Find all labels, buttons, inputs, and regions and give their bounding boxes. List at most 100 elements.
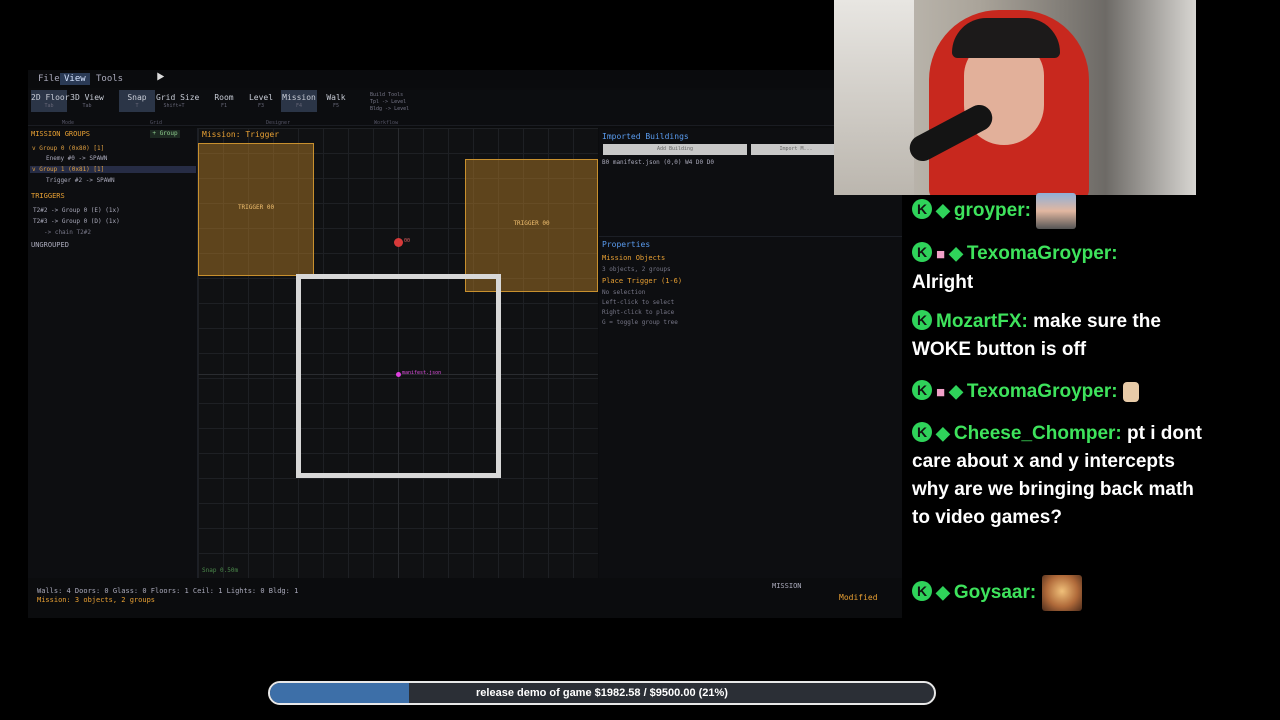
mission-label: Mission xyxy=(282,93,316,102)
hand-emote-icon xyxy=(1122,381,1139,402)
trigger-row-0[interactable]: T2#2 -> Group 0 (E) (1x) xyxy=(33,207,120,214)
walk-button[interactable]: Walk F5 xyxy=(318,90,354,112)
level-editor-window: File View Tools 2D Floor Tab 3D View Tab… xyxy=(28,70,902,618)
tpl-to-level[interactable]: Tpl -> Level xyxy=(370,99,409,106)
level-stats: Walls: 4 Doors: 0 Glass: 0 Floors: 1 Cei… xyxy=(37,587,299,595)
level-button[interactable]: Level F3 xyxy=(243,90,279,112)
mode-group-label: Mode xyxy=(62,120,75,126)
workflow-group-label: Workflow xyxy=(374,120,399,126)
hint-right-click: Right-click to place xyxy=(602,309,675,316)
snap-label: Snap xyxy=(127,93,147,102)
viewport-title: Mission: Trigger xyxy=(202,130,280,139)
chat-username: Goysaar: xyxy=(953,582,1037,604)
emote-laughing-icon xyxy=(1041,575,1082,611)
menu-view[interactable]: View xyxy=(60,73,90,85)
chat-message-1: ■◆TexomaGroyper: Alright xyxy=(912,238,1202,297)
mission-groups-title: MISSION GROUPS xyxy=(31,130,91,138)
diamond-badge-icon: ◆ xyxy=(936,582,950,603)
properties-panel: Imported Buildings Add Building Import M… xyxy=(599,128,902,578)
mission-groups-panel: MISSION GROUPS + Group v Group 0 (0x80) … xyxy=(28,128,198,578)
donation-goal-bar: release demo of game $1982.58 / $9500.00… xyxy=(268,681,936,705)
triggers-title: TRIGGERS xyxy=(31,192,65,200)
chat-text: Alright xyxy=(912,272,974,293)
properties-title: Properties xyxy=(602,240,651,249)
diamond-badge-icon: ◆ xyxy=(936,423,950,443)
kick-badge-icon xyxy=(912,238,932,266)
trigger-chain[interactable]: -> chain T2#2 xyxy=(44,229,91,236)
grid-group-label: Grid xyxy=(150,120,163,126)
place-trigger-mode: Place Trigger (1-6) xyxy=(602,277,683,285)
room-button[interactable]: Room F1 xyxy=(206,90,242,112)
group-child-0[interactable]: Enemy #0 -> SPAWN xyxy=(46,155,107,162)
panel-divider xyxy=(599,236,902,237)
trigger-zone-1[interactable]: TRIGGER 00 xyxy=(198,143,314,276)
hint-left-click: Left-click to select xyxy=(602,299,675,306)
2d-floor-label: 2D Floor xyxy=(31,93,70,102)
trigger-zone-2[interactable]: TRIGGER 00 xyxy=(465,159,598,292)
snap-button[interactable]: Snap T xyxy=(119,90,155,112)
3d-view-button[interactable]: 3D View Tab xyxy=(69,90,105,112)
chat-overlay: ◆groyper: ■◆TexomaGroyper: Alright Mozar… xyxy=(904,190,1204,620)
ungrouped-title: UNGROUPED xyxy=(31,241,69,249)
add-building-button[interactable]: Add Building xyxy=(603,144,747,155)
objects-count: 3 objects, 2 groups xyxy=(602,266,671,273)
trigger-row-1[interactable]: T2#3 -> Group 0 (D) (1x) xyxy=(33,218,120,225)
chat-username: MozartFX: xyxy=(936,311,1028,332)
chat-username: TexomaGroyper: xyxy=(966,381,1118,402)
add-group-button[interactable]: + Group xyxy=(150,130,180,138)
level-label: Level xyxy=(248,93,274,102)
donation-goal-text: release demo of game $1982.58 / $9500.00… xyxy=(476,687,728,699)
grid-size-label: Grid Size xyxy=(156,93,200,102)
map-viewport[interactable]: TRIGGER 00 TRIGGER 00 00 manifest.json M… xyxy=(198,128,598,578)
diamond-badge-icon: ◆ xyxy=(936,200,950,221)
modified-indicator: Modified xyxy=(839,593,878,602)
walk-label: Walk xyxy=(326,93,346,102)
snap-hint: T xyxy=(135,103,139,109)
spawn-label: 00 xyxy=(404,238,411,244)
group-child-1[interactable]: Trigger #2 -> SPAWN xyxy=(46,177,115,184)
chat-username: groyper: xyxy=(953,200,1031,222)
kick-badge-icon xyxy=(912,418,932,446)
room-label: Room xyxy=(214,93,234,102)
mission-stats: Mission: 3 objects, 2 groups xyxy=(37,596,156,604)
mission-objects-title: Mission Objects xyxy=(602,254,666,262)
chat-message-2: MozartFX: make sure the WOKE button is o… xyxy=(912,306,1202,364)
3d-view-label: 3D View xyxy=(70,93,104,102)
building-origin-marker[interactable] xyxy=(396,372,401,377)
chat-message-0: ◆groyper: xyxy=(912,193,1202,229)
spawn-marker[interactable] xyxy=(394,238,403,247)
group-row-1[interactable]: v Group 1 (0x81) [1] xyxy=(30,166,196,173)
status-bar: Walls: 4 Doors: 0 Glass: 0 Floors: 1 Cei… xyxy=(28,580,902,618)
bldg-to-level[interactable]: Bldg -> Level xyxy=(370,106,409,113)
emote-face-icon xyxy=(1036,193,1077,229)
grid-size-button[interactable]: Grid Size Shift+T xyxy=(156,90,200,112)
chat-message-3: ■◆TexomaGroyper: xyxy=(912,376,1202,407)
gift-badge-icon: ■ xyxy=(936,384,946,401)
2d-floor-button[interactable]: 2D Floor Tab xyxy=(31,90,70,112)
mission-button[interactable]: Mission F4 xyxy=(281,90,317,112)
chat-message-5: ◆Goysaar: xyxy=(912,575,1202,611)
menu-tools[interactable]: Tools xyxy=(92,73,127,85)
snap-readout: Snap 0.50m xyxy=(202,567,239,574)
kick-badge-icon xyxy=(912,195,932,223)
hint-group-toggle: G = toggle group tree xyxy=(602,319,678,326)
build-tools-title: Build Tools xyxy=(370,92,404,98)
build-tools[interactable]: Build Tools Tpl -> Level Bldg -> Level xyxy=(370,92,409,113)
room-hint: F1 xyxy=(220,103,228,109)
import-button[interactable]: Import M... xyxy=(751,144,841,155)
toolbar: 2D Floor Tab 3D View Tab Snap T Grid Siz… xyxy=(28,90,902,126)
designer-group-label: Designer xyxy=(266,120,291,126)
kick-badge-icon xyxy=(912,577,932,605)
streamer-webcam xyxy=(834,0,1196,195)
walk-hint: F5 xyxy=(332,103,340,109)
level-hint: F3 xyxy=(257,103,265,109)
2d-floor-hint: Tab xyxy=(44,103,54,109)
group-row-0[interactable]: v Group 0 (0x80) [1] xyxy=(32,145,104,152)
chat-username: Cheese_Chomper: xyxy=(953,423,1122,444)
chat-message-4: ◆Cheese_Chomper: pt i dont care about x … xyxy=(912,418,1202,532)
kick-badge-icon xyxy=(912,306,932,334)
imported-building-item[interactable]: B0 manifest.json (0,0) W4 D0 D0 xyxy=(602,159,714,166)
diamond-badge-icon: ◆ xyxy=(949,243,963,263)
mode-indicator: MISSION xyxy=(772,582,802,590)
selection-status: No selection xyxy=(602,289,646,296)
